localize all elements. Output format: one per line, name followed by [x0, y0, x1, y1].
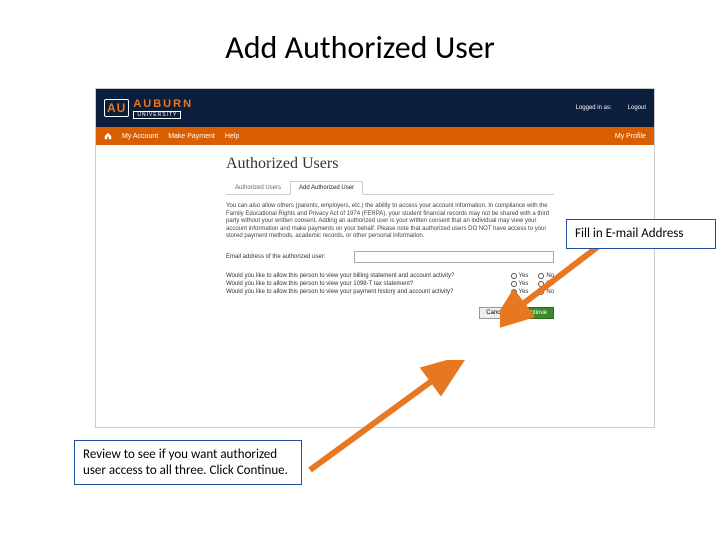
home-icon[interactable]	[104, 132, 112, 140]
q3-yes[interactable]: Yes	[511, 289, 529, 295]
nav-bar: My Account Make Payment Help My Profile	[96, 127, 654, 145]
logo-subtext: UNIVERSITY	[133, 111, 181, 119]
email-row: Email address of the authorized user:	[226, 251, 554, 263]
slide-title: Add Authorized User	[0, 0, 720, 77]
header-right: Logged in as: Logout	[576, 105, 646, 111]
q3-no[interactable]: No	[538, 289, 554, 295]
question-2: Would you like to allow this person to v…	[226, 281, 554, 287]
radio-icon	[511, 281, 517, 287]
logo-text: AUBURN	[133, 98, 193, 110]
email-label: Email address of the authorized user:	[226, 254, 346, 260]
cancel-button[interactable]: Cancel	[479, 307, 512, 319]
button-row: Cancel Continue	[226, 307, 554, 319]
radio-icon	[538, 289, 544, 295]
nav-my-account[interactable]: My Account	[122, 133, 158, 140]
radio-icon	[511, 289, 517, 295]
app-screenshot: AU AUBURN UNIVERSITY Logged in as: Logou…	[95, 88, 655, 428]
email-input[interactable]	[354, 251, 554, 263]
callout-review: Review to see if you want authorized use…	[74, 440, 302, 485]
app-header: AU AUBURN UNIVERSITY Logged in as: Logou…	[96, 89, 654, 127]
q2-no[interactable]: No	[538, 281, 554, 287]
radio-icon	[538, 273, 544, 279]
q1-yes[interactable]: Yes	[511, 273, 529, 279]
radio-icon	[538, 281, 544, 287]
question-3: Would you like to allow this person to v…	[226, 289, 554, 295]
logout-link[interactable]: Logout	[628, 105, 646, 111]
tabs: Authorized Users Add Authorized User	[226, 181, 554, 195]
nav-help[interactable]: Help	[225, 133, 239, 140]
radio-icon	[511, 273, 517, 279]
question-2-text: Would you like to allow this person to v…	[226, 281, 413, 287]
continue-button[interactable]: Continue	[516, 307, 554, 319]
nav-make-payment[interactable]: Make Payment	[168, 133, 215, 140]
callout-email: Fill in E-mail Address	[566, 219, 716, 249]
brand-logo: AU AUBURN UNIVERSITY	[104, 98, 193, 119]
logo-mark: AU	[104, 99, 129, 117]
tab-authorized-users[interactable]: Authorized Users	[226, 181, 290, 194]
tab-add-authorized-user[interactable]: Add Authorized User	[290, 181, 363, 195]
page-heading: Authorized Users	[226, 155, 554, 173]
q1-no[interactable]: No	[538, 273, 554, 279]
question-1-text: Would you like to allow this person to v…	[226, 273, 454, 279]
question-1: Would you like to allow this person to v…	[226, 273, 554, 279]
logged-in-label: Logged in as:	[576, 105, 612, 111]
nav-my-profile[interactable]: My Profile	[615, 133, 646, 140]
ferpa-description: You can also allow others (parents, empl…	[226, 203, 554, 241]
question-3-text: Would you like to allow this person to v…	[226, 289, 453, 295]
q2-yes[interactable]: Yes	[511, 281, 529, 287]
